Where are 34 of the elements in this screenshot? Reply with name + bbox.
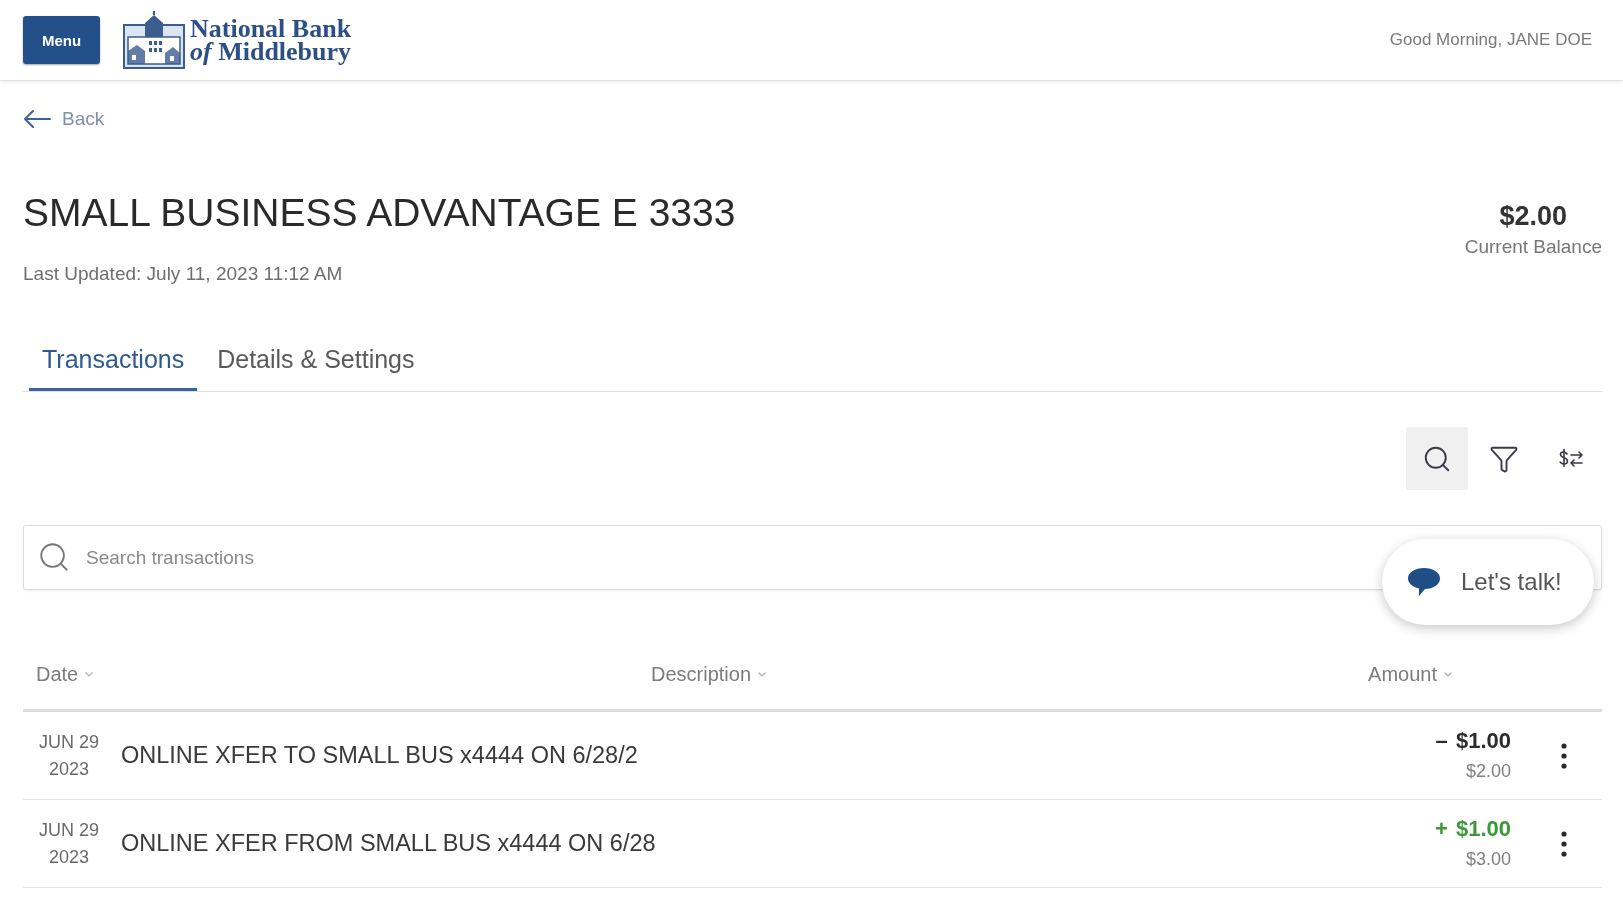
amount-text: + $1.00 xyxy=(1435,814,1511,843)
last-updated-text: Last Updated: July 11, 2023 11:12 AM xyxy=(23,262,344,286)
date-text: JUN 29 xyxy=(39,730,99,754)
column-header[interactable]: Date xyxy=(36,662,94,686)
greeting-text: Good Morning, JANE DOE xyxy=(1389,30,1592,50)
sort-caret-icon xyxy=(85,671,94,677)
balance-amount: $2.00 xyxy=(1499,201,1568,231)
search-button[interactable] xyxy=(1406,427,1468,490)
year-text: 2023 xyxy=(48,845,89,869)
menu-button[interactable]: Menu xyxy=(23,16,100,64)
left-arrow-icon xyxy=(23,109,51,129)
description-text: ONLINE XFER FROM SMALL BUS x4444 ON 6/28 xyxy=(121,830,657,857)
date-text: JUN 29 xyxy=(39,818,99,842)
vertical-dots-icon xyxy=(1561,830,1567,857)
running-balance-text: $3.00 xyxy=(1465,847,1511,871)
column-header[interactable]: Amount xyxy=(1368,662,1452,686)
bank-name-text: of Middlebury xyxy=(190,40,352,63)
column-header[interactable]: Description xyxy=(651,662,767,686)
tab[interactable]: Details & Settings xyxy=(204,334,428,391)
building-logo-icon xyxy=(123,11,185,69)
running-balance-text: $2.00 xyxy=(1465,759,1511,783)
amount-text: – $1.00 xyxy=(1435,726,1511,755)
chat-button[interactable]: Let's talk! xyxy=(1382,539,1594,625)
description-text: ONLINE XFER TO SMALL BUS x4444 ON 6/28/2 xyxy=(121,742,639,769)
bank-name-text: National Bank xyxy=(190,17,352,40)
sort-caret-icon xyxy=(1444,671,1452,677)
year-text: 2023 xyxy=(48,757,89,781)
balance-label: Current Balance xyxy=(1464,236,1602,258)
speech-bubble-icon xyxy=(1407,567,1441,597)
vertical-dots-icon xyxy=(1561,742,1567,769)
sort-caret-icon xyxy=(758,671,767,677)
account-title: SMALL BUSINESS ADVANTAGE E 3333 xyxy=(23,190,736,236)
tab[interactable]: Transactions xyxy=(29,334,198,391)
search-icon xyxy=(37,540,71,574)
